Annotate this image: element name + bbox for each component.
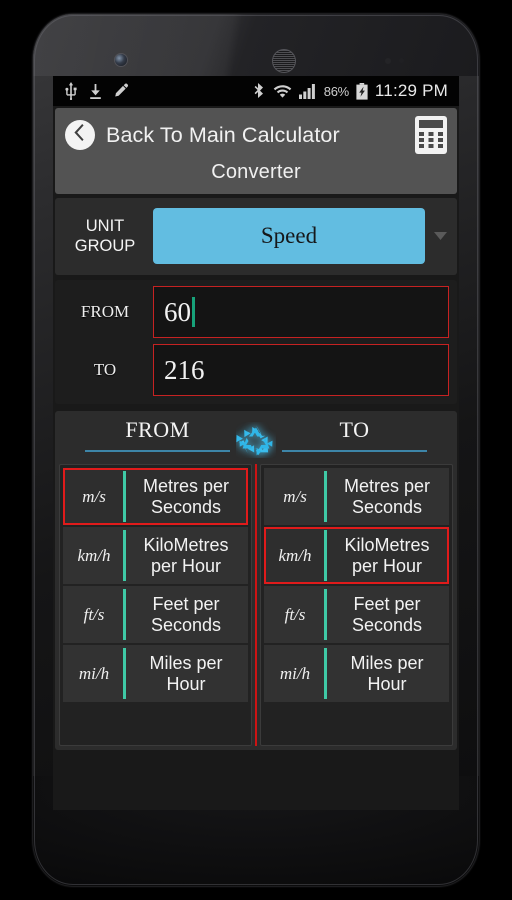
from-row: FROM 60 bbox=[63, 286, 449, 338]
unit-name: Miles per Hour bbox=[149, 652, 223, 694]
android-status-bar: 86% 11:29 PM bbox=[53, 76, 459, 106]
unit-name: Miles per Hour bbox=[350, 652, 424, 694]
conversion-fields-panel: FROM 60 TO 216 bbox=[55, 280, 457, 404]
unit-symbol: ft/s bbox=[83, 604, 105, 624]
unit-columns: m/s Metres per Seconds km/h KiloMetres per … bbox=[59, 464, 453, 746]
from-input-value: 60 bbox=[164, 296, 191, 327]
earpiece-speaker-icon bbox=[273, 50, 295, 72]
proximity-sensor-icon bbox=[385, 58, 391, 64]
unit-list-item[interactable]: ft/s Feet per Seconds bbox=[264, 586, 449, 643]
phone-screen: 86% 11:29 PM Back To Main Calculator Con… bbox=[53, 76, 459, 810]
unit-symbol: km/h bbox=[77, 545, 111, 565]
unit-group-select[interactable]: Speed bbox=[153, 208, 425, 264]
chevron-down-icon[interactable] bbox=[431, 232, 449, 240]
tab-to[interactable]: TO bbox=[256, 417, 453, 458]
unit-name: KiloMetres per Hour bbox=[143, 534, 229, 576]
text-cursor bbox=[192, 297, 195, 327]
unit-list-item[interactable]: km/h KiloMetres per Hour bbox=[264, 527, 449, 584]
light-sensor-icon bbox=[399, 58, 404, 63]
unit-group-label-line2: GROUP bbox=[74, 237, 136, 255]
phone-top-bezel bbox=[33, 14, 479, 76]
unit-symbol: mi/h bbox=[78, 663, 110, 683]
unit-list-item[interactable]: mi/h Miles per Hour bbox=[264, 645, 449, 702]
bluetooth-icon bbox=[254, 82, 266, 100]
back-to-main-calculator-button[interactable] bbox=[65, 120, 95, 150]
battery-charging-icon bbox=[356, 82, 368, 100]
to-input[interactable]: 216 bbox=[153, 344, 449, 396]
from-unit-list: m/s Metres per Seconds km/h KiloMetres per … bbox=[59, 464, 252, 746]
unit-symbol: ft/s bbox=[284, 604, 306, 624]
page-title: Converter bbox=[211, 161, 301, 183]
unit-list-item[interactable]: m/s Metres per Seconds bbox=[63, 468, 248, 525]
edit-pencil-icon bbox=[113, 83, 130, 99]
to-unit-list: m/s Metres per Seconds km/h KiloMetres per … bbox=[260, 464, 453, 746]
unit-list-item[interactable]: m/s Metres per Seconds bbox=[264, 468, 449, 525]
to-label: TO bbox=[93, 360, 117, 379]
unit-symbol: mi/h bbox=[279, 663, 311, 683]
tab-to-underline bbox=[282, 450, 427, 452]
unit-lists-panel: FROM TO m/s Metres per Seconds km/h Kilo… bbox=[55, 411, 457, 750]
unit-list-item[interactable]: ft/s Feet per Seconds bbox=[63, 586, 248, 643]
phone-device-frame: 86% 11:29 PM Back To Main Calculator Con… bbox=[33, 14, 479, 886]
front-camera-icon bbox=[115, 54, 127, 66]
unit-name: Metres per Seconds bbox=[343, 475, 431, 517]
chevron-left-icon bbox=[73, 124, 88, 146]
signal-icon bbox=[298, 83, 317, 99]
app-header: Back To Main Calculator Converter bbox=[55, 108, 457, 194]
unit-symbol: m/s bbox=[82, 486, 106, 506]
to-input-value: 216 bbox=[164, 354, 205, 385]
calculator-icon[interactable] bbox=[415, 116, 447, 154]
unit-name: Feet per Seconds bbox=[150, 593, 222, 635]
to-row: TO 216 bbox=[63, 344, 449, 396]
tab-from-underline bbox=[85, 450, 230, 452]
unit-group-panel: UNIT GROUP Speed bbox=[55, 198, 457, 275]
bezel-gloss bbox=[33, 14, 479, 76]
from-label: FROM bbox=[80, 302, 130, 321]
from-input[interactable]: 60 bbox=[153, 286, 449, 338]
unit-symbol: m/s bbox=[283, 486, 307, 506]
tab-to-label: TO bbox=[339, 417, 370, 442]
unit-name: Metres per Seconds bbox=[142, 475, 230, 517]
unit-group-label-line1: UNIT bbox=[85, 217, 125, 235]
status-bar-right-icons: 86% 11:29 PM bbox=[254, 81, 448, 101]
status-bar-clock: 11:29 PM bbox=[374, 81, 448, 100]
wifi-icon bbox=[273, 83, 292, 99]
header-row: Back To Main Calculator bbox=[65, 116, 447, 154]
download-icon bbox=[89, 83, 102, 100]
tab-from-label: FROM bbox=[125, 417, 190, 442]
unit-symbol: km/h bbox=[278, 545, 312, 565]
status-bar-left-icons bbox=[64, 82, 130, 100]
recycle-swap-icon[interactable] bbox=[233, 419, 279, 461]
unit-list-item[interactable]: km/h KiloMetres per Hour bbox=[63, 527, 248, 584]
usb-icon bbox=[64, 82, 78, 100]
battery-percent-label: 86% bbox=[323, 83, 349, 99]
header-title[interactable]: Back To Main Calculator bbox=[106, 123, 340, 148]
unit-list-item[interactable]: mi/h Miles per Hour bbox=[63, 645, 248, 702]
column-divider bbox=[255, 464, 257, 746]
tab-from[interactable]: FROM bbox=[59, 417, 256, 458]
unit-group-label: UNIT GROUP bbox=[63, 216, 147, 256]
unit-name: Feet per Seconds bbox=[351, 593, 423, 635]
unit-list-tabs: FROM TO bbox=[59, 417, 453, 460]
unit-name: KiloMetres per Hour bbox=[344, 534, 430, 576]
